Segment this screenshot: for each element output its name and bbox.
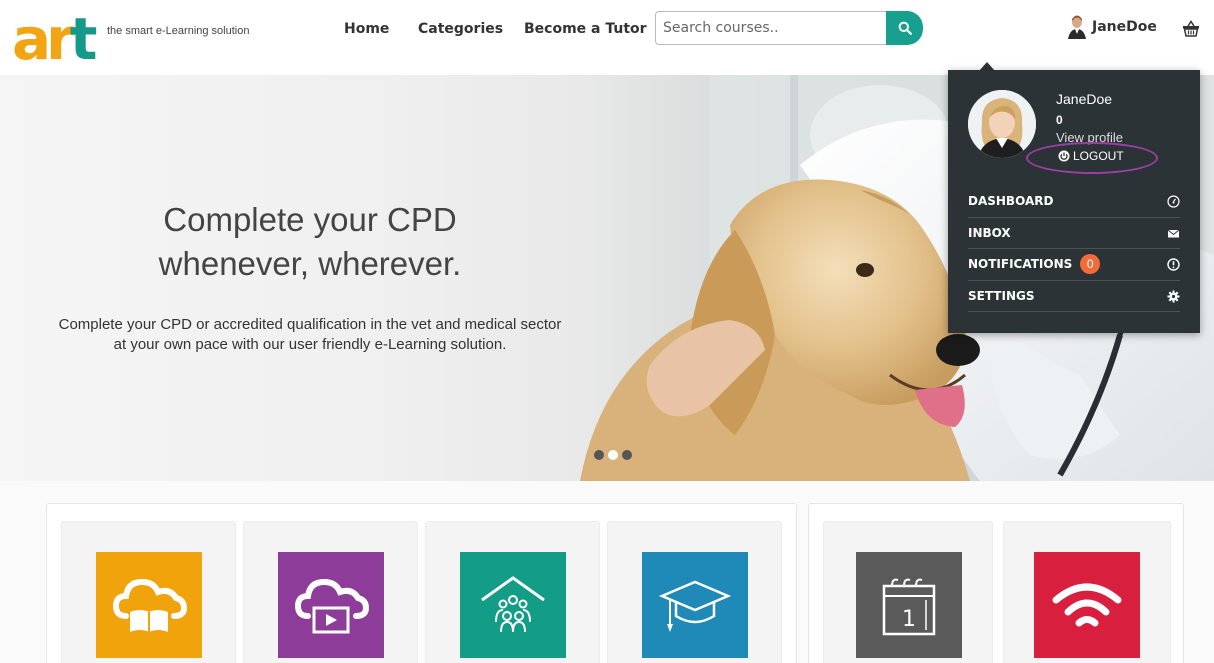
category-card-video[interactable]: [243, 521, 418, 663]
page: art the smart e-Learning solution Home C…: [0, 0, 1214, 663]
category-tile: [278, 552, 384, 658]
logo-wordmark: art: [12, 5, 97, 73]
user-name: JaneDoe: [1092, 19, 1157, 35]
profile-avatar[interactable]: [968, 90, 1036, 158]
menu-item-settings[interactable]: SETTINGS: [968, 281, 1180, 312]
dropdown-user-name: JaneDoe: [1056, 91, 1113, 107]
hero-subtitle: Complete your CPD or accredited qualific…: [20, 315, 600, 355]
menu-item-label: SETTINGS: [968, 288, 1035, 303]
user-dropdown: JaneDoe 0 View profile LOGOUT DASHBOARD: [948, 70, 1200, 333]
category-panel-right: 1: [808, 503, 1184, 663]
menu-item-dashboard[interactable]: DASHBOARD: [968, 186, 1180, 218]
dropdown-menu: DASHBOARD INBOX NOTIFICATIONS 0 SETTINGS: [968, 186, 1180, 312]
category-card-elearning[interactable]: [61, 521, 236, 663]
category-card-webinars[interactable]: [1003, 521, 1171, 663]
envelope-icon: [1167, 229, 1180, 237]
category-tile: [96, 552, 202, 658]
category-tile: [1034, 552, 1140, 658]
user-avatar-icon: [1068, 15, 1086, 39]
user-menu-toggle[interactable]: JaneDoe: [1068, 15, 1157, 39]
profile-photo-icon: [968, 90, 1036, 158]
category-card-qualifications[interactable]: [607, 521, 782, 663]
logout-highlight-ellipse: [1026, 142, 1158, 174]
gear-icon: [1167, 290, 1180, 302]
search-icon: [898, 21, 912, 35]
hero-title-line-2: whenever, wherever.: [158, 245, 462, 282]
dashboard-icon: [1167, 195, 1180, 208]
menu-item-label: NOTIFICATIONS: [968, 257, 1073, 272]
hero-title: Complete your CPD whenever, wherever.: [100, 198, 520, 286]
notifications-badge: 0: [1080, 254, 1101, 275]
nav-home[interactable]: Home: [344, 21, 389, 37]
logo[interactable]: art: [12, 5, 97, 73]
carousel-dot-2[interactable]: [608, 450, 618, 460]
svg-text:1: 1: [902, 607, 916, 632]
hero-subtitle-line-1: Complete your CPD or accredited qualific…: [58, 316, 562, 333]
search-bar: [655, 11, 923, 45]
category-panel-left: [46, 503, 797, 663]
menu-item-label: DASHBOARD: [968, 194, 1054, 209]
hero-title-line-1: Complete your CPD: [163, 201, 457, 238]
alert-icon: [1167, 258, 1180, 271]
group-house-icon: [481, 576, 545, 633]
category-tile: [460, 552, 566, 658]
search-input[interactable]: [655, 11, 886, 45]
menu-item-label: INBOX: [968, 225, 1011, 240]
header: art the smart e-Learning solution Home C…: [0, 0, 1214, 75]
calendar-icon: 1: [882, 578, 936, 636]
category-tile: [642, 552, 748, 658]
cloud-book-icon: [112, 578, 188, 632]
graduation-cap-icon: [658, 580, 732, 632]
carousel-dots: [594, 450, 632, 460]
wifi-icon: [1052, 583, 1122, 627]
nav-categories[interactable]: Categories: [418, 21, 503, 37]
category-card-group[interactable]: [425, 521, 600, 663]
menu-item-inbox[interactable]: INBOX: [968, 218, 1180, 249]
basket-icon[interactable]: [1182, 20, 1200, 38]
category-card-events[interactable]: 1: [823, 521, 993, 663]
carousel-dot-1[interactable]: [594, 450, 604, 460]
category-section: 1: [0, 481, 1214, 663]
carousel-dot-3[interactable]: [622, 450, 632, 460]
category-tile: 1: [856, 552, 962, 658]
hero-subtitle-line-2: at your own pace with our user friendly …: [113, 336, 507, 353]
menu-item-notifications[interactable]: NOTIFICATIONS 0: [968, 249, 1180, 281]
search-button[interactable]: [886, 11, 923, 45]
logo-tagline: the smart e-Learning solution: [107, 25, 250, 37]
cloud-video-icon: [294, 578, 370, 634]
dropdown-user-count: 0: [1056, 113, 1063, 127]
nav-become-tutor[interactable]: Become a Tutor: [524, 21, 647, 37]
